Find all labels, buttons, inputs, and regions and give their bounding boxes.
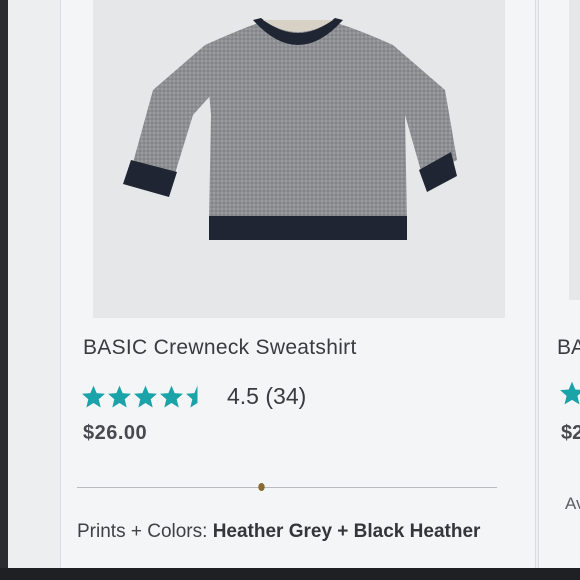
next-product-image[interactable] <box>569 0 580 300</box>
next-product-card[interactable]: BA $2 Av <box>538 0 580 572</box>
prints-colors-value: Heather Grey + Black Heather <box>212 521 481 542</box>
product-rating[interactable]: 4.5 (34) <box>81 379 306 413</box>
product-title[interactable]: BASIC Crewneck Sweatshirt <box>83 336 357 360</box>
star-icon <box>108 385 131 407</box>
product-price: $26.00 <box>83 422 148 444</box>
rating-summary: 4.5 (34) <box>227 382 307 409</box>
next-product-availability: Av <box>565 494 580 513</box>
sweatshirt-image <box>123 18 457 240</box>
product-image[interactable] <box>93 0 505 318</box>
screen: BASIC Crewneck Sweatshirt 4.5 (34) $26.0… <box>8 0 580 572</box>
divider <box>77 487 497 488</box>
star-icon <box>82 385 105 407</box>
star-rating <box>81 384 211 409</box>
product-card[interactable]: BASIC Crewneck Sweatshirt 4.5 (34) $26.0… <box>60 0 536 572</box>
prints-colors-label: Prints + Colors: <box>77 521 208 542</box>
star-icon <box>134 385 157 407</box>
next-product-price: $2 <box>561 422 580 444</box>
divider-ornament-icon <box>258 483 265 491</box>
prints-colors: Prints + Colors: Heather Grey + Black He… <box>77 515 497 549</box>
star-icon <box>560 381 580 405</box>
monitor-bezel <box>0 568 580 580</box>
next-product-title[interactable]: BA <box>557 336 580 360</box>
star-icon <box>160 385 183 407</box>
half-star-icon <box>186 385 198 407</box>
